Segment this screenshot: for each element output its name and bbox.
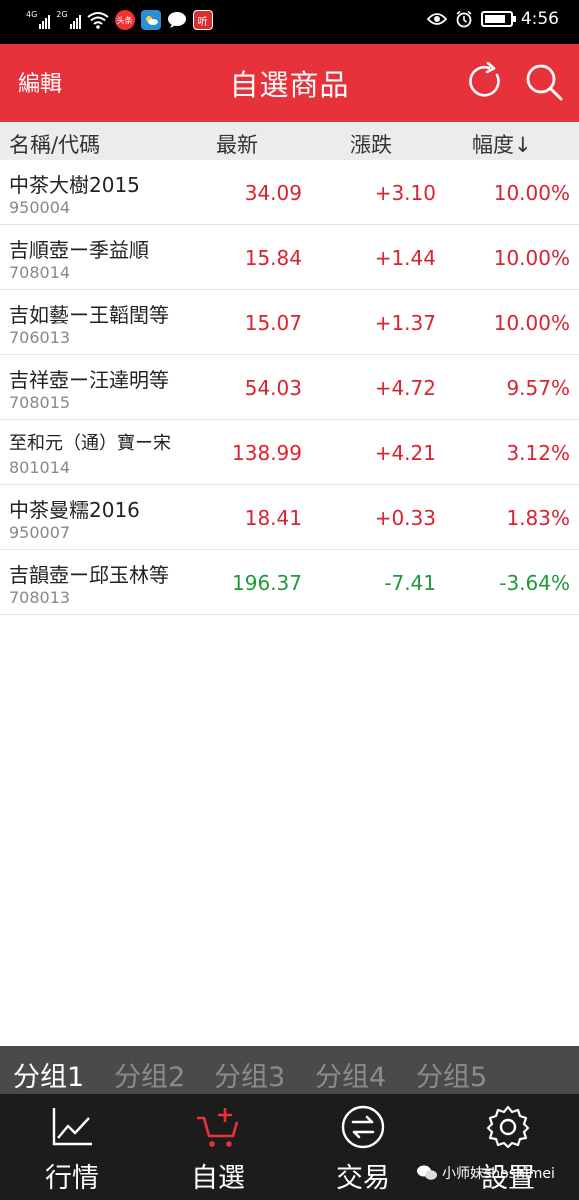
column-name[interactable]: 名稱/代碼 (9, 129, 100, 159)
tab-group-5[interactable]: 分组5 (416, 1055, 487, 1094)
status-left: 4G 2G 头条 听 (26, 10, 213, 30)
item-name: 吉順壺ー季益順 (9, 238, 149, 262)
watchlist-row[interactable]: 中茶大樹2015 950004 34.09 +3.10 10.00% (0, 160, 579, 225)
watermark: 小师妹shoshimei (416, 1163, 555, 1183)
weather-app-icon (140, 10, 161, 30)
item-code: 706013 (9, 328, 71, 347)
watchlist: 中茶大樹2015 950004 34.09 +3.10 10.00% 吉順壺ー季… (0, 160, 579, 615)
item-name: 吉如藝ー王韜閏等 (9, 303, 169, 327)
tab-group-3[interactable]: 分组3 (214, 1055, 285, 1094)
item-code: 708013 (9, 588, 71, 607)
cart-plus-icon (197, 1108, 239, 1147)
item-percent: 10.00% (493, 311, 570, 335)
watchlist-row[interactable]: 吉順壺ー季益順 708014 15.84 +1.44 10.00% (0, 225, 579, 290)
item-percent: 10.00% (493, 246, 570, 270)
column-change[interactable]: 漲跌 (350, 129, 392, 159)
watermark-text: 小师妹shoshimei (442, 1166, 555, 1182)
item-percent: 1.83% (506, 506, 570, 530)
nav-label: 自選 (191, 1163, 245, 1194)
nav-trade[interactable]: 交易 (305, 1094, 421, 1200)
listen-app-icon: 听 (192, 10, 213, 30)
item-change: +1.44 (374, 246, 436, 270)
item-name: 中茶大樹2015 (9, 173, 140, 197)
network-type-label: 2G (56, 10, 68, 19)
app-header: 編輯 自選商品 (0, 44, 579, 122)
item-code: 950004 (9, 198, 71, 217)
listen-app-label: 听 (197, 16, 208, 28)
eye-icon (426, 13, 447, 25)
item-change: +4.72 (374, 376, 436, 400)
item-change: +0.33 (374, 506, 436, 530)
alarm-icon (456, 10, 472, 28)
item-name: 吉祥壺ー汪達明等 (9, 368, 169, 392)
wifi-icon (86, 12, 109, 29)
item-code: 801014 (9, 458, 71, 477)
clock: 4:56 (520, 9, 559, 29)
nav-watchlist[interactable]: 自選 (160, 1094, 276, 1200)
watchlist-row[interactable]: 吉祥壺ー汪達明等 708015 54.03 +4.72 9.57% (0, 355, 579, 420)
item-last-price: 18.41 (244, 506, 302, 530)
item-code: 950007 (9, 523, 71, 542)
gear-icon (486, 1105, 530, 1149)
item-last-price: 34.09 (244, 181, 302, 205)
watchlist-row[interactable]: 吉如藝ー王韜閏等 706013 15.07 +1.37 10.00% (0, 290, 579, 355)
news-app-icon: 头条 (114, 10, 135, 30)
tab-group-1[interactable]: 分组1 (13, 1055, 84, 1094)
nav-label: 交易 (336, 1163, 390, 1194)
item-percent: -3.64% (499, 571, 570, 595)
item-percent: 9.57% (506, 376, 570, 400)
column-last-price[interactable]: 最新 (216, 129, 258, 159)
item-last-price: 54.03 (244, 376, 302, 400)
column-header-bar: 名稱/代碼 最新 漲跌 幅度↓ (0, 122, 579, 160)
network-type-label: 4G (26, 10, 38, 19)
item-name: 吉韻壺ー邱玉林等 (9, 563, 169, 587)
watchlist-row[interactable]: 至和元（通）寶ー宋 801014 138.99 +4.21 3.12% (0, 420, 579, 485)
item-name: 至和元（通）寶ー宋 (9, 433, 171, 454)
item-last-price: 196.37 (232, 571, 302, 595)
search-icon[interactable] (524, 62, 564, 102)
signal-4g-icon: 4G (26, 10, 51, 29)
item-last-price: 138.99 (232, 441, 302, 465)
bottom-nav: 行情 自選 交易 設置 小师妹shoshimei (0, 1094, 579, 1200)
exchange-icon (341, 1105, 385, 1149)
item-change: +1.37 (374, 311, 436, 335)
nav-settings[interactable]: 設置 (450, 1094, 566, 1200)
line-chart-icon (52, 1108, 92, 1146)
item-last-price: 15.84 (244, 246, 302, 270)
item-change: -7.41 (384, 571, 436, 595)
status-bar: 4G 2G 头条 听 4:56 (0, 0, 579, 44)
watchlist-row[interactable]: 吉韻壺ー邱玉林等 708013 196.37 -7.41 -3.64% (0, 550, 579, 615)
tab-group-2[interactable]: 分组2 (114, 1055, 185, 1094)
chat-app-icon (167, 12, 186, 28)
signal-2g-icon: 2G (56, 10, 81, 29)
wechat-icon (417, 1165, 437, 1180)
item-percent: 3.12% (506, 441, 570, 465)
group-tabs: 分组1 分组2 分组3 分组4 分组5 (0, 1046, 579, 1094)
tab-group-4[interactable]: 分组4 (315, 1055, 386, 1094)
item-percent: 10.00% (493, 181, 570, 205)
item-code: 708014 (9, 263, 71, 282)
item-code: 708015 (9, 393, 71, 412)
item-change: +4.21 (374, 441, 436, 465)
item-name: 中茶曼糯2016 (9, 498, 140, 522)
item-last-price: 15.07 (244, 311, 302, 335)
nav-label: 行情 (45, 1163, 99, 1194)
watchlist-row[interactable]: 中茶曼糯2016 950007 18.41 +0.33 1.83% (0, 485, 579, 550)
battery-icon (480, 11, 516, 27)
nav-market[interactable]: 行情 (14, 1094, 130, 1200)
column-percent-sort[interactable]: 幅度↓ (472, 129, 532, 159)
item-change: +3.10 (374, 181, 436, 205)
news-app-label: 头条 (116, 15, 133, 25)
refresh-icon[interactable] (466, 62, 506, 102)
status-right: 4:56 (426, 9, 559, 29)
